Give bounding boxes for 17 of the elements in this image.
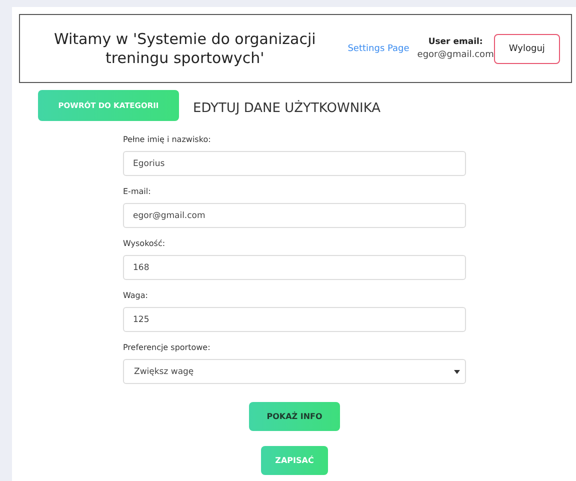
page-title: Witamy w 'Systemie do organizacji treningu sportowych' <box>52 30 317 68</box>
input-field[interactable]: Egorius <box>123 151 466 176</box>
input-field[interactable]: 168 <box>123 255 466 280</box>
field-label: Wysokość: <box>123 239 166 248</box>
user-email-label: User email: <box>428 37 483 47</box>
user-email: egor@gmail.com <box>417 50 494 60</box>
field-label: Waga: <box>123 291 149 300</box>
field-label: Preferencje sportowe: <box>123 343 212 352</box>
input-field[interactable]: egor@gmail.com <box>123 203 466 228</box>
input-field[interactable]: 125 <box>123 307 466 332</box>
select-field[interactable]: Zwiększ wagę <box>123 359 466 384</box>
field-label: Pełne imię i nazwisko: <box>123 135 212 144</box>
form-heading: EDYTUJ DANE UŻYTKOWNIKA <box>193 101 381 116</box>
logout-button[interactable]: Wyloguj <box>494 34 560 64</box>
info-button[interactable]: POKAŻ INFO <box>249 402 340 431</box>
caret-icon <box>454 370 460 374</box>
field-label: E-mail: <box>123 187 152 196</box>
